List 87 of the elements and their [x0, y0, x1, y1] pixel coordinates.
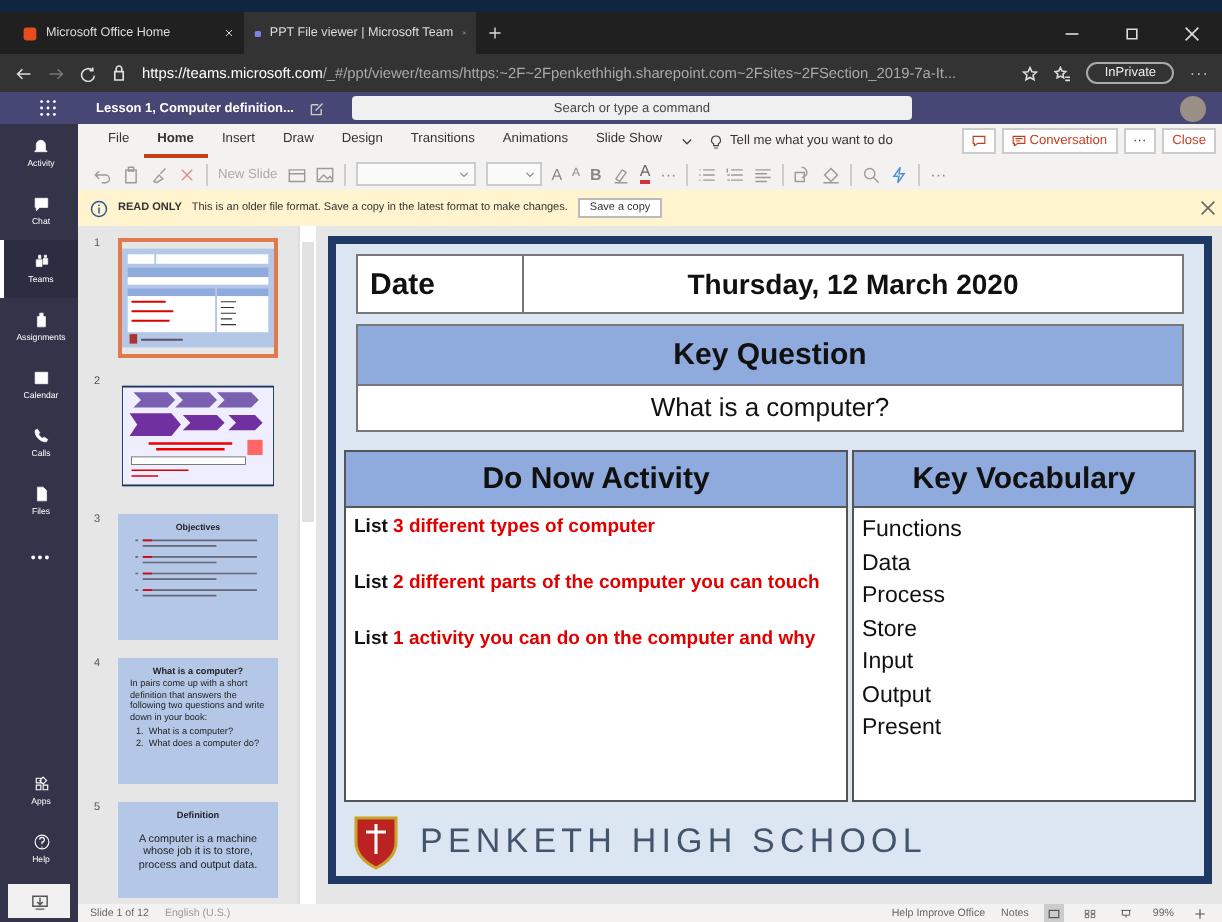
shapes-icon — [794, 165, 813, 183]
chat-icon — [33, 196, 49, 212]
info-icon — [90, 199, 108, 217]
vocabulary-word: Functions — [862, 516, 964, 546]
toolbar-button[interactable] — [315, 165, 334, 183]
calendar-icon — [33, 370, 49, 386]
vocabulary-word: Input — [862, 648, 916, 678]
vocabulary-heading: Key Vocabulary — [854, 452, 1194, 508]
clipboard-icon — [122, 165, 140, 183]
school-name: PENKETH HIGH SCHOOL — [420, 822, 927, 862]
comment-button[interactable] — [961, 128, 996, 154]
lightbulb-icon — [710, 133, 723, 149]
toolbar-button[interactable] — [726, 165, 745, 183]
avatar[interactable] — [1180, 95, 1206, 121]
app-launcher-icon[interactable] — [40, 100, 56, 116]
sorter-view-button[interactable] — [1080, 904, 1101, 922]
toolbar-button[interactable] — [122, 165, 140, 183]
toolbar-button[interactable] — [94, 165, 112, 183]
align-icon — [754, 165, 773, 183]
date-label: Date — [358, 256, 524, 312]
toolbar-button[interactable] — [150, 165, 168, 183]
comment-icon — [971, 134, 986, 148]
phone-icon — [33, 428, 49, 444]
back-icon[interactable] — [16, 65, 32, 81]
apps-icon — [33, 776, 49, 792]
activity-text: List 2 different parts of the computer you can touch — [354, 569, 822, 598]
toolbar-button[interactable] — [794, 165, 813, 183]
font-color-button[interactable]: A — [639, 164, 651, 184]
picture-icon — [315, 165, 334, 183]
download-icon — [29, 891, 49, 911]
backpack-icon — [33, 312, 49, 328]
maximize-icon[interactable] — [1124, 25, 1140, 41]
star-icon[interactable] — [1022, 65, 1039, 81]
layout-icon — [287, 165, 306, 183]
toolbar-button[interactable] — [178, 165, 196, 183]
grid-icon — [1084, 907, 1097, 919]
numbering-icon — [726, 165, 745, 183]
search-icon — [862, 165, 881, 183]
lightning-icon — [890, 165, 909, 183]
bullets-icon — [698, 165, 717, 183]
school-crest-icon — [352, 814, 400, 870]
vocabulary-word: Present — [862, 714, 944, 744]
office-icon — [22, 25, 38, 41]
vocabulary-word: Data — [862, 549, 913, 579]
toolbar-button[interactable] — [287, 165, 306, 183]
forward-icon[interactable] — [48, 65, 64, 81]
normal-view-icon — [1048, 907, 1061, 919]
slideshow-button[interactable] — [1116, 904, 1137, 922]
help-icon — [33, 834, 49, 850]
bell-icon — [33, 138, 49, 154]
favorites-icon[interactable] — [1054, 65, 1071, 81]
toolbar-button[interactable] — [822, 165, 841, 183]
date-value: Thursday, 12 March 2020 — [524, 256, 1182, 312]
activity-heading: Do Now Activity — [346, 452, 846, 508]
projector-icon — [1120, 907, 1133, 919]
toolbar-button[interactable] — [890, 165, 909, 183]
paint-bucket-icon — [822, 165, 841, 183]
undo-icon — [94, 165, 112, 183]
scrollbar[interactable] — [298, 226, 316, 904]
toolbar-button[interactable] — [862, 165, 881, 183]
highlighter-icon — [611, 165, 630, 183]
toolbar-button[interactable] — [611, 165, 630, 183]
vocabulary-word: Process — [862, 582, 948, 612]
activity-text: List 1 activity you can do on the computer and why — [354, 625, 818, 653]
activity-text: List 3 different types of computer — [354, 514, 657, 542]
delete-icon — [178, 165, 196, 183]
toolbar-button[interactable] — [754, 165, 773, 183]
close-icon[interactable] — [1200, 200, 1216, 216]
chevron-icon[interactable] — [680, 134, 695, 148]
toolbar-button[interactable] — [698, 165, 717, 183]
edit-icon[interactable] — [309, 101, 324, 115]
brush-icon — [150, 165, 168, 183]
vocabulary-word: Output — [862, 681, 934, 711]
key-question-text: What is a computer? — [358, 386, 1182, 430]
chat-icon — [1011, 134, 1026, 148]
fit-icon — [1194, 907, 1206, 919]
download-button[interactable] — [8, 884, 70, 918]
people-icon — [33, 254, 49, 270]
refresh-icon[interactable] — [80, 65, 96, 81]
fit-button[interactable] — [1190, 904, 1210, 922]
lock-icon — [112, 64, 126, 82]
file-icon — [33, 486, 49, 502]
normal-view-button[interactable] — [1044, 904, 1065, 922]
key-question-heading: Key Question — [358, 326, 1182, 386]
vocabulary-word: Store — [862, 615, 919, 645]
plus-icon[interactable] — [488, 26, 502, 40]
people-icon — [254, 25, 262, 41]
